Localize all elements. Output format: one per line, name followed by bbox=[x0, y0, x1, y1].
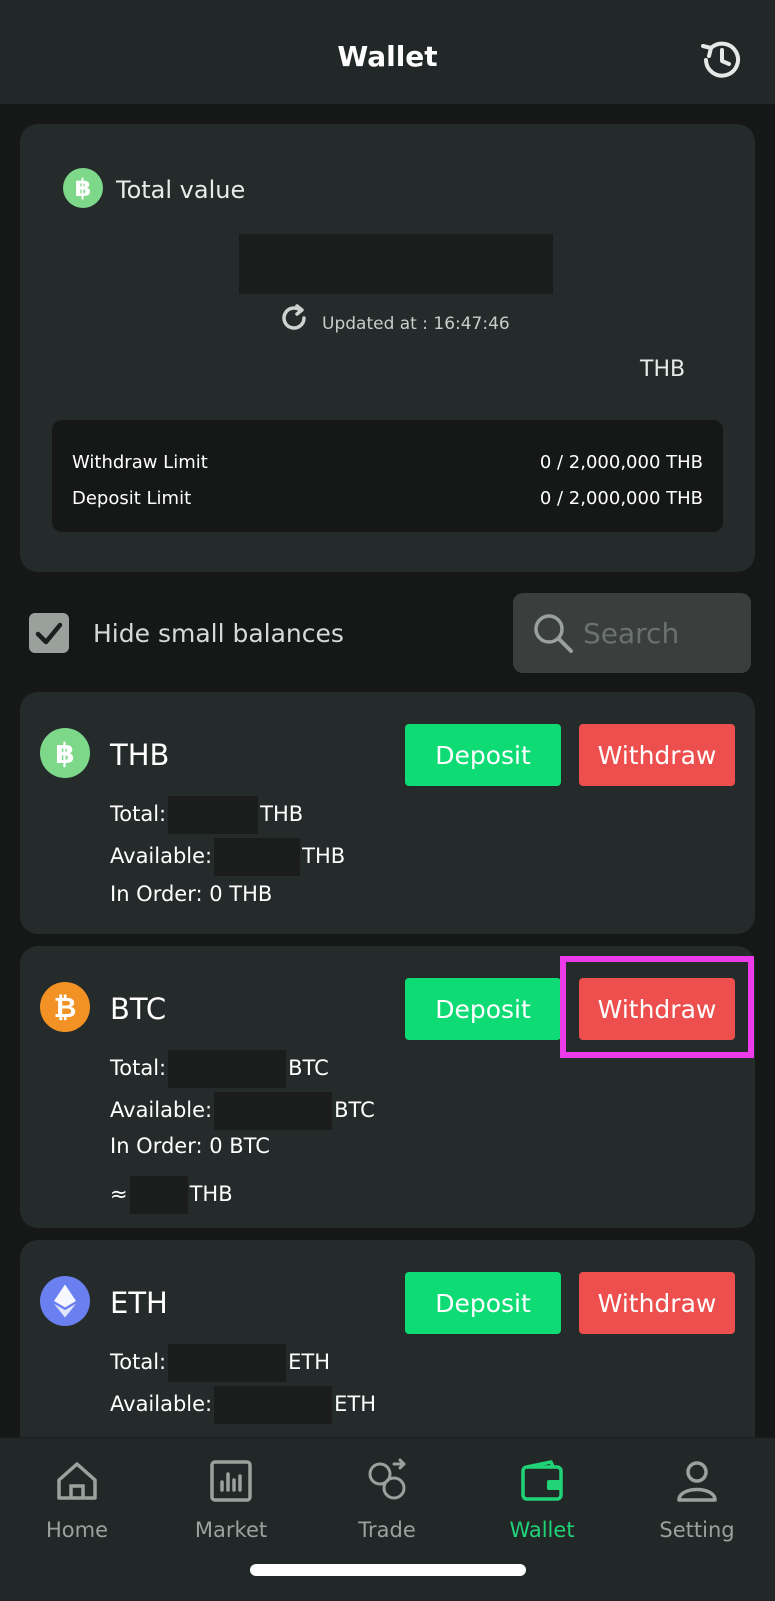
withdraw-button[interactable]: Withdraw bbox=[579, 1272, 735, 1334]
total-value-label: Total value bbox=[116, 176, 246, 204]
available-label: Available: bbox=[110, 1098, 213, 1122]
asset-symbol: ETH bbox=[110, 1286, 168, 1320]
total-label: Total: bbox=[110, 1056, 167, 1080]
approx-redacted bbox=[129, 1176, 188, 1214]
deposit-button[interactable]: Deposit bbox=[405, 1272, 561, 1334]
total-redacted bbox=[168, 796, 259, 834]
refresh-icon[interactable] bbox=[278, 302, 310, 334]
search-placeholder: Search bbox=[583, 617, 680, 650]
available-unit: THB bbox=[302, 844, 346, 868]
available-line: Available: THB bbox=[110, 838, 345, 876]
total-label: Total: bbox=[110, 802, 167, 826]
baht-coin-icon: ฿ bbox=[63, 168, 103, 208]
history-icon[interactable] bbox=[696, 36, 744, 84]
nav-market-label: Market bbox=[194, 1518, 268, 1542]
available-redacted bbox=[214, 1386, 333, 1424]
approx-symbol: ≈ bbox=[110, 1182, 128, 1206]
nav-home-label: Home bbox=[45, 1518, 108, 1542]
nav-wallet-label: Wallet bbox=[509, 1518, 575, 1542]
available-label: Available: bbox=[110, 844, 213, 868]
deposit-button[interactable]: Deposit bbox=[405, 978, 561, 1040]
total-line: Total: ETH bbox=[110, 1344, 330, 1382]
approx-unit: THB bbox=[189, 1182, 233, 1206]
nav-wallet[interactable]: Wallet bbox=[482, 1458, 602, 1542]
withdraw-button[interactable]: Withdraw bbox=[579, 724, 735, 786]
nav-setting[interactable]: Setting bbox=[637, 1458, 757, 1542]
total-line: Total: THB bbox=[110, 796, 303, 834]
available-redacted bbox=[214, 1092, 333, 1130]
total-label: Total: bbox=[110, 1350, 167, 1374]
setting-icon bbox=[677, 1461, 717, 1502]
bitcoin-icon: ₿ bbox=[40, 982, 90, 1032]
baht-coin-icon: ฿ bbox=[40, 728, 90, 778]
withdraw-limit-row: Withdraw Limit 0 / 2,000,000 THB bbox=[72, 452, 703, 478]
total-unit: BTC bbox=[288, 1056, 329, 1080]
ethereum-diamond-icon bbox=[54, 1284, 76, 1318]
deposit-limit-label: Deposit Limit bbox=[72, 488, 192, 509]
hide-small-balances-checkbox[interactable] bbox=[29, 613, 69, 653]
nav-setting-label: Setting bbox=[659, 1518, 735, 1542]
updated-at-text: Updated at : 16:47:46 bbox=[322, 314, 510, 334]
in-order-line: In Order: 0 BTC bbox=[110, 1134, 270, 1158]
total-redacted bbox=[168, 1050, 287, 1088]
nav-market[interactable]: Market bbox=[171, 1458, 291, 1542]
total-unit: THB bbox=[260, 802, 304, 826]
deposit-button[interactable]: Deposit bbox=[405, 724, 561, 786]
bottom-nav: Home Market Trade Wallet Setting bbox=[0, 1437, 775, 1601]
total-value-amount-redacted bbox=[239, 234, 553, 294]
asset-symbol: THB bbox=[110, 738, 170, 772]
hide-small-balances-label[interactable]: Hide small balances bbox=[93, 619, 344, 648]
checkmark-icon bbox=[35, 622, 63, 645]
ethereum-icon bbox=[40, 1276, 90, 1326]
asset-card-thb: ฿ THB Deposit Withdraw Total: THB Availab… bbox=[20, 692, 755, 934]
asset-symbol: BTC bbox=[110, 992, 167, 1026]
available-line: Available: BTC bbox=[110, 1092, 375, 1130]
available-unit: BTC bbox=[334, 1098, 375, 1122]
nav-home[interactable]: Home bbox=[17, 1458, 137, 1542]
available-line: Available: ETH bbox=[110, 1386, 376, 1424]
top-bar: Wallet bbox=[0, 0, 775, 104]
available-redacted bbox=[214, 838, 301, 876]
available-unit: ETH bbox=[334, 1392, 377, 1416]
deposit-limit-value: 0 / 2,000,000 THB bbox=[539, 488, 703, 509]
search-icon bbox=[534, 614, 573, 653]
search-input[interactable]: Search bbox=[513, 593, 751, 673]
total-unit: ETH bbox=[288, 1350, 331, 1374]
total-redacted bbox=[168, 1344, 287, 1382]
market-icon bbox=[210, 1460, 252, 1502]
total-value-currency: THB bbox=[640, 357, 686, 382]
limits-box: Withdraw Limit 0 / 2,000,000 THB Deposit… bbox=[52, 420, 723, 532]
withdraw-limit-label: Withdraw Limit bbox=[72, 452, 208, 473]
deposit-limit-row: Deposit Limit 0 / 2,000,000 THB bbox=[72, 488, 703, 514]
in-order-line: In Order: 0 THB bbox=[110, 882, 273, 906]
nav-trade-label: Trade bbox=[358, 1518, 416, 1542]
page-title: Wallet bbox=[337, 40, 438, 73]
wallet-icon bbox=[521, 1460, 563, 1501]
total-value-card: ฿ Total value Updated at : 16:47:46 THB … bbox=[20, 124, 755, 572]
total-line: Total: BTC bbox=[110, 1050, 329, 1088]
approx-thb-line: ≈ THB bbox=[110, 1176, 233, 1214]
withdraw-limit-value: 0 / 2,000,000 THB bbox=[539, 452, 703, 473]
home-indicator bbox=[250, 1564, 526, 1576]
withdraw-highlight-box bbox=[560, 956, 754, 1058]
home-icon bbox=[57, 1462, 97, 1500]
nav-trade[interactable]: Trade bbox=[327, 1458, 447, 1542]
available-label: Available: bbox=[110, 1392, 213, 1416]
asset-card-eth: ETH Deposit Withdraw Total: ETH Available… bbox=[20, 1240, 755, 1460]
trade-icon bbox=[368, 1458, 406, 1500]
